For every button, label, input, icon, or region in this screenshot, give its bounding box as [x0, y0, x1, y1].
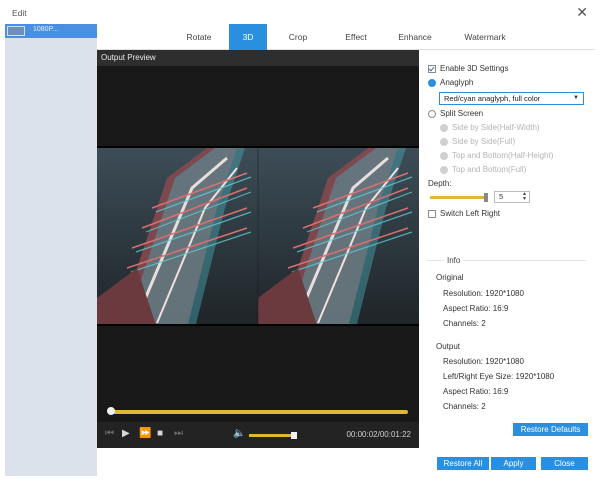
switch-left-right-label: Switch Left Right [440, 209, 501, 218]
skip-forward-icon[interactable]: ⏭ [174, 428, 183, 440]
tab-crop[interactable]: Crop [281, 24, 315, 50]
output-heading: Output [436, 342, 461, 351]
output-aspect: Aspect Ratio: 16:9 [443, 387, 509, 396]
original-heading: Original [436, 273, 464, 282]
split-option-side-half: Side by Side(Half-Width) [440, 123, 540, 132]
anaglyph-select[interactable]: Red/cyan anaglyph, full color ▼ [439, 92, 584, 105]
play-icon[interactable]: ▶ [122, 428, 130, 440]
window-title: Edit [12, 8, 27, 18]
radio-disabled-icon [440, 137, 448, 146]
split-option-label: Side by Side(Full) [452, 137, 516, 146]
apply-button[interactable]: Apply [491, 457, 536, 470]
restore-defaults-button[interactable]: Restore Defaults [513, 423, 588, 436]
radio-unselected-icon[interactable] [428, 109, 436, 118]
split-option-top-full: Top and Bottom(Full) [440, 165, 526, 174]
switch-left-right-checkbox[interactable]: Switch Left Right [428, 209, 500, 218]
split-option-label: Top and Bottom(Full) [452, 165, 527, 174]
original-resolution: Resolution: 1920*1080 [443, 289, 524, 298]
depth-slider[interactable] [430, 193, 488, 202]
tab-enhance[interactable]: Enhance [393, 24, 437, 50]
split-option-top-half: Top and Bottom(Half-Height) [440, 151, 553, 160]
checkbox-checked-icon[interactable] [428, 64, 436, 73]
volume-icon[interactable]: 🔈 [233, 428, 245, 440]
depth-value: 5 [499, 192, 504, 201]
file-name: 1080P... [33, 26, 59, 33]
depth-stepper[interactable]: 5 ▲ ▼ [494, 191, 530, 203]
file-list-panel: 1080P... [5, 24, 97, 476]
checkbox-unchecked-icon[interactable] [428, 209, 436, 218]
stepper-arrows-icon[interactable]: ▲ ▼ [522, 192, 527, 202]
timeline-slider[interactable] [107, 407, 408, 415]
depth-handle[interactable] [484, 193, 488, 202]
split-screen-radio[interactable]: Split Screen [428, 109, 483, 118]
output-channels: Channels: 2 [443, 402, 486, 411]
3d-settings-panel: Enable 3D Settings Anaglyph Red/cyan ana… [426, 60, 594, 440]
volume-handle[interactable] [291, 432, 297, 439]
close-button[interactable]: Close [541, 457, 588, 470]
split-option-label: Top and Bottom(Half-Height) [452, 151, 554, 160]
radio-disabled-icon [440, 165, 448, 174]
output-eye-size: Left/Right Eye Size: 1920*1080 [443, 372, 555, 381]
stop-icon[interactable]: ■ [157, 428, 163, 440]
skip-back-icon[interactable]: ⏮ [105, 428, 114, 440]
timeline-handle[interactable] [107, 407, 115, 415]
file-thumbnail [7, 26, 25, 36]
video-frame [97, 146, 419, 326]
output-resolution: Resolution: 1920*1080 [443, 357, 524, 366]
restore-all-button[interactable]: Restore All [437, 457, 489, 470]
anaglyph-label: Anaglyph [440, 78, 474, 87]
info-title: Info [444, 256, 464, 265]
depth-label: Depth: [428, 179, 452, 188]
close-icon[interactable]: ✕ [576, 5, 588, 19]
anaglyph-selected-value: Red/cyan anaglyph, full color [444, 94, 541, 103]
chevron-down-icon[interactable]: ▼ [573, 93, 579, 104]
split-option-label: Side by Side(Half-Width) [452, 123, 540, 132]
anaglyph-frame-image [97, 148, 419, 324]
fast-forward-icon[interactable]: ⏩ [139, 428, 151, 440]
tab-3d[interactable]: 3D [229, 24, 267, 50]
radio-disabled-icon [440, 151, 448, 160]
radio-disabled-icon [440, 123, 448, 132]
enable-3d-label: Enable 3D Settings [440, 64, 509, 73]
file-list-item[interactable]: 1080P... [5, 24, 97, 38]
edit-tabs: Rotate 3D Crop Effect Enhance Watermark [97, 24, 595, 50]
tab-watermark[interactable]: Watermark [459, 24, 511, 50]
anaglyph-radio[interactable]: Anaglyph [428, 78, 473, 87]
preview-label: Output Preview [97, 50, 419, 66]
tab-rotate[interactable]: Rotate [177, 24, 221, 50]
original-aspect: Aspect Ratio: 16:9 [443, 304, 509, 313]
volume-slider[interactable] [249, 432, 297, 439]
timecode: 00:00:02/00:01:22 [346, 430, 411, 439]
enable-3d-checkbox[interactable]: Enable 3D Settings [428, 64, 509, 73]
radio-selected-icon[interactable] [428, 78, 436, 87]
output-preview: Output Preview ⏮ ▶ ⏩ ■ ⏭ 🔈 00:00:02/00:0… [97, 50, 419, 448]
split-screen-label: Split Screen [440, 109, 484, 118]
playback-controls: ⏮ ▶ ⏩ ■ ⏭ 🔈 00:00:02/00:01:22 [97, 422, 419, 448]
tab-effect[interactable]: Effect [337, 24, 375, 50]
title-bar: Edit ✕ [0, 0, 600, 24]
original-channels: Channels: 2 [443, 319, 486, 328]
split-option-side-full: Side by Side(Full) [440, 137, 515, 146]
